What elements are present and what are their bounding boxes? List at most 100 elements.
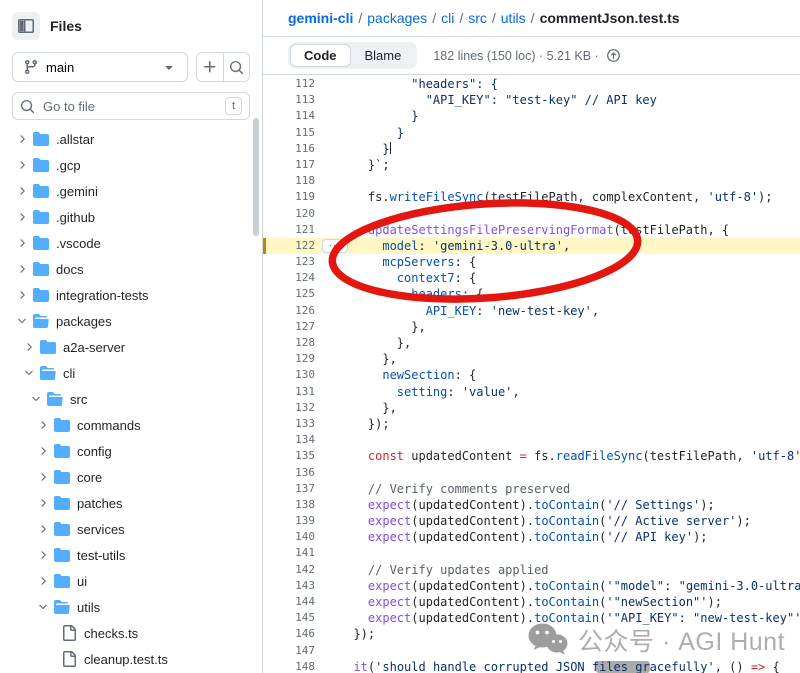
- line-number[interactable]: 116: [263, 141, 315, 157]
- tree-item-integration-tests[interactable]: integration-tests: [12, 282, 250, 308]
- tree-item-label: packages: [56, 314, 112, 329]
- tab-blame[interactable]: Blame: [351, 44, 416, 67]
- line-menu-button[interactable]: ···: [322, 239, 348, 253]
- line-number[interactable]: 123: [263, 254, 315, 270]
- line-number[interactable]: 146: [263, 626, 315, 642]
- chevron-right-icon: [14, 211, 30, 223]
- folder-icon: [33, 183, 49, 199]
- line-number[interactable]: 132: [263, 400, 315, 416]
- tree-item-.allstar[interactable]: .allstar: [12, 126, 250, 152]
- go-to-file-input[interactable]: [41, 98, 219, 115]
- line-number[interactable]: 126: [263, 303, 315, 319]
- breadcrumb-link-packages[interactable]: packages: [367, 10, 427, 26]
- line-number[interactable]: 112: [263, 76, 315, 92]
- chevron-right-icon: [35, 549, 51, 561]
- line-number[interactable]: 137: [263, 481, 315, 497]
- line-number[interactable]: 147: [263, 643, 315, 659]
- tree-item-patches[interactable]: patches: [12, 490, 250, 516]
- tree-item-a2a-server[interactable]: a2a-server: [12, 334, 250, 360]
- search-tree-button[interactable]: [223, 53, 249, 81]
- line-number[interactable]: 121: [263, 222, 315, 238]
- line-number[interactable]: 148: [263, 659, 315, 673]
- line-number[interactable]: 124: [263, 270, 315, 286]
- line-number[interactable]: 122: [263, 238, 315, 254]
- tree-item-.gcp[interactable]: .gcp: [12, 152, 250, 178]
- tree-item-src[interactable]: src: [12, 386, 250, 412]
- line-number[interactable]: 140: [263, 529, 315, 545]
- line-number[interactable]: 128: [263, 335, 315, 351]
- tree-item-label: test-utils: [77, 548, 125, 563]
- code-line-text: API_KEY: 'new-test-key',: [339, 303, 599, 319]
- tree-item-label: checks.ts: [84, 626, 138, 641]
- search-icon: [229, 60, 244, 75]
- tree-item-docs[interactable]: docs: [12, 256, 250, 282]
- tree-item-packages[interactable]: packages: [12, 308, 250, 334]
- code-line-text: }: [339, 108, 418, 124]
- line-number[interactable]: 134: [263, 432, 315, 448]
- line-number[interactable]: 133: [263, 416, 315, 432]
- tree-item-.vscode[interactable]: .vscode: [12, 230, 250, 256]
- line-number[interactable]: 130: [263, 367, 315, 383]
- line-number[interactable]: 125: [263, 286, 315, 302]
- tree-item-label: utils: [77, 600, 100, 615]
- line-number[interactable]: 119: [263, 189, 315, 205]
- line-number[interactable]: 113: [263, 92, 315, 108]
- code-line-144: 144 expect(updatedContent).toContain('"n…: [263, 594, 800, 610]
- line-number[interactable]: 143: [263, 578, 315, 594]
- tree-item-test-utils[interactable]: test-utils: [12, 542, 250, 568]
- line-number[interactable]: 115: [263, 125, 315, 141]
- code-line-text: },: [339, 335, 411, 351]
- branch-name: main: [46, 60, 74, 75]
- tree-item-config[interactable]: config: [12, 438, 250, 464]
- line-number[interactable]: 131: [263, 384, 315, 400]
- go-to-file-box[interactable]: t: [12, 92, 250, 120]
- breadcrumb-link-src[interactable]: src: [468, 10, 487, 26]
- code-line-text: expect(updatedContent).toContain('// API…: [339, 529, 708, 545]
- chevron-down-icon: [161, 59, 177, 75]
- tab-code[interactable]: Code: [290, 44, 351, 67]
- line-number[interactable]: 141: [263, 545, 315, 561]
- tree-item-checks.ts[interactable]: checks.ts: [12, 620, 250, 646]
- line-number[interactable]: 114: [263, 108, 315, 124]
- line-number[interactable]: 127: [263, 319, 315, 335]
- tree-item-core[interactable]: core: [12, 464, 250, 490]
- line-number[interactable]: 129: [263, 351, 315, 367]
- tree-item-.gemini[interactable]: .gemini: [12, 178, 250, 204]
- line-number[interactable]: 118: [263, 173, 315, 189]
- folder-icon: [54, 417, 70, 433]
- line-number[interactable]: 144: [263, 594, 315, 610]
- breadcrumb-link-cli[interactable]: cli: [441, 10, 454, 26]
- line-number[interactable]: 145: [263, 610, 315, 626]
- line-number[interactable]: 138: [263, 497, 315, 513]
- code-line-119: 119 fs.writeFileSync(testFilePath, compl…: [263, 189, 800, 205]
- collapse-sidebar-button[interactable]: [12, 12, 40, 40]
- tree-item-cleanup.test.ts[interactable]: cleanup.test.ts: [12, 646, 250, 672]
- code-header: Code Blame 182 lines (150 loc) · 5.21 KB…: [263, 37, 800, 75]
- breadcrumb-link-utils[interactable]: utils: [501, 10, 526, 26]
- line-number[interactable]: 142: [263, 562, 315, 578]
- tree-item-.github[interactable]: .github: [12, 204, 250, 230]
- tree-item-cli[interactable]: cli: [12, 360, 250, 386]
- chevron-right-icon: [35, 575, 51, 587]
- line-number[interactable]: 117: [263, 157, 315, 173]
- line-number[interactable]: 136: [263, 465, 315, 481]
- folder-open-icon: [33, 313, 49, 329]
- tree-item-utils[interactable]: utils: [12, 594, 250, 620]
- tree-item-services[interactable]: services: [12, 516, 250, 542]
- tree-item-commands[interactable]: commands: [12, 412, 250, 438]
- file-info-icon[interactable]: [606, 48, 621, 63]
- chevron-right-icon: [35, 445, 51, 457]
- code-line-text: "API_KEY": "test-key" // API key: [339, 92, 657, 108]
- code-line-text: setting: 'value',: [339, 384, 520, 400]
- branch-selector[interactable]: main: [12, 52, 188, 82]
- tree-item-ui[interactable]: ui: [12, 568, 250, 594]
- line-number[interactable]: 135: [263, 448, 315, 464]
- code-line-139: 139 expect(updatedContent).toContain('//…: [263, 513, 800, 529]
- breadcrumb-link-gemini-cli[interactable]: gemini-cli: [288, 10, 353, 26]
- code-line-text: model: 'gemini-3.0-ultra',: [339, 238, 570, 254]
- line-number[interactable]: 120: [263, 206, 315, 222]
- sidebar-scrollbar[interactable]: [253, 118, 259, 236]
- new-file-button[interactable]: [197, 53, 223, 81]
- code-line-text: });: [339, 416, 390, 432]
- line-number[interactable]: 139: [263, 513, 315, 529]
